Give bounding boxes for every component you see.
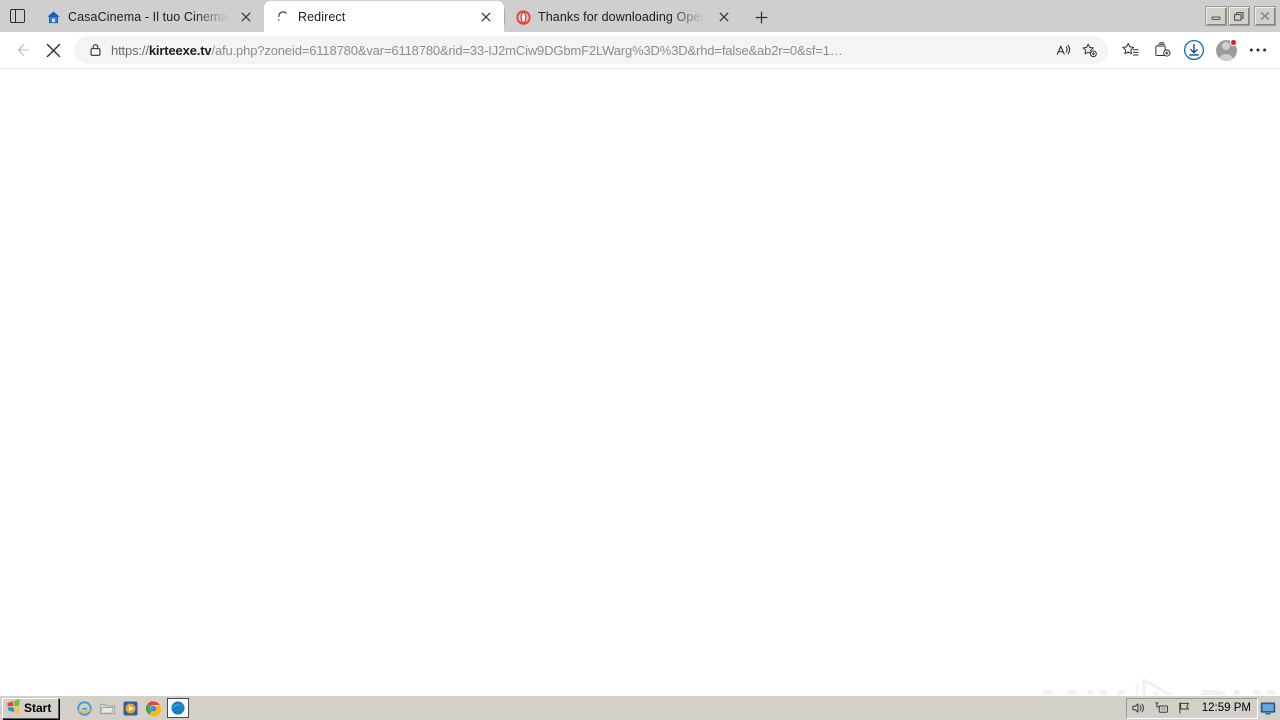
network-icon[interactable] <box>1154 700 1170 716</box>
stop-button[interactable] <box>38 34 68 66</box>
opera-icon <box>515 9 531 25</box>
windows-logo-icon <box>6 699 21 717</box>
tab-title: Redirect <box>298 9 346 24</box>
start-button[interactable]: Start <box>2 697 60 719</box>
url-domain: kirteexe.tv <box>148 42 212 58</box>
tabs-container: CasaCinema - Il tuo Cinema Stre Redirect <box>34 0 1204 32</box>
lock-icon[interactable] <box>86 41 104 59</box>
browser-window: CasaCinema - Il tuo Cinema Stre Redirect <box>0 0 1280 720</box>
restore-button[interactable] <box>1228 6 1250 26</box>
url-scheme: https:// <box>111 42 149 58</box>
collections-button[interactable] <box>1146 34 1178 66</box>
tab-actions-button[interactable] <box>0 0 34 32</box>
url-path: /afu.php?zoneid=6118780&var=6118780&rid=… <box>211 42 843 58</box>
close-icon[interactable] <box>235 6 257 28</box>
notification-badge <box>1230 39 1237 46</box>
chrome-icon[interactable] <box>144 699 162 717</box>
close-icon[interactable] <box>475 6 497 28</box>
url-text: https://kirteexe.tv/afu.php?zoneid=61187… <box>111 43 1050 58</box>
tab-title: Thanks for downloading Opera <box>538 10 706 24</box>
edge-icon[interactable] <box>167 698 190 718</box>
tab-casacinema[interactable]: CasaCinema - Il tuo Cinema Stre <box>34 2 264 32</box>
add-favorite-icon[interactable] <box>1076 37 1102 63</box>
flag-icon[interactable] <box>1177 700 1193 716</box>
loading-spinner-icon <box>275 9 291 25</box>
new-tab-button[interactable] <box>746 2 776 32</box>
favorites-button[interactable] <box>1114 34 1146 66</box>
tab-opera-download[interactable]: Thanks for downloading Opera <box>504 2 742 32</box>
settings-and-more-button[interactable] <box>1242 34 1274 66</box>
window-controls <box>1204 5 1276 27</box>
home-icon <box>45 9 61 25</box>
quick-launch-bar <box>75 698 190 718</box>
folder-icon[interactable] <box>98 699 116 717</box>
profile-button[interactable] <box>1210 34 1242 66</box>
page-content: ANY RUN <box>0 69 1280 720</box>
volume-icon[interactable] <box>1131 700 1147 716</box>
media-player-icon[interactable] <box>121 699 139 717</box>
back-button[interactable] <box>6 34 38 66</box>
taskbar: Start 12:59 PM <box>0 695 1280 720</box>
address-bar[interactable]: https://kirteexe.tv/afu.php?zoneid=61187… <box>74 36 1108 64</box>
close-icon[interactable] <box>713 6 735 28</box>
internet-explorer-icon[interactable] <box>75 699 93 717</box>
tab-title: CasaCinema - Il tuo Cinema Stre <box>68 10 228 24</box>
taskbar-clock[interactable]: 12:59 PM <box>1202 702 1251 714</box>
tab-redirect[interactable]: Redirect <box>264 1 504 32</box>
read-aloud-icon[interactable] <box>1050 37 1076 63</box>
close-button[interactable] <box>1254 6 1276 26</box>
tab-strip: CasaCinema - Il tuo Cinema Stre Redirect <box>0 0 1280 32</box>
downloads-button[interactable] <box>1178 34 1210 66</box>
show-desktop-icon[interactable] <box>1260 700 1276 716</box>
tab-actions-icon <box>9 9 25 23</box>
start-label: Start <box>24 701 52 715</box>
browser-toolbar: https://kirteexe.tv/afu.php?zoneid=61187… <box>0 32 1280 68</box>
system-tray: 12:59 PM <box>1125 697 1258 719</box>
minimize-button[interactable] <box>1205 6 1227 26</box>
